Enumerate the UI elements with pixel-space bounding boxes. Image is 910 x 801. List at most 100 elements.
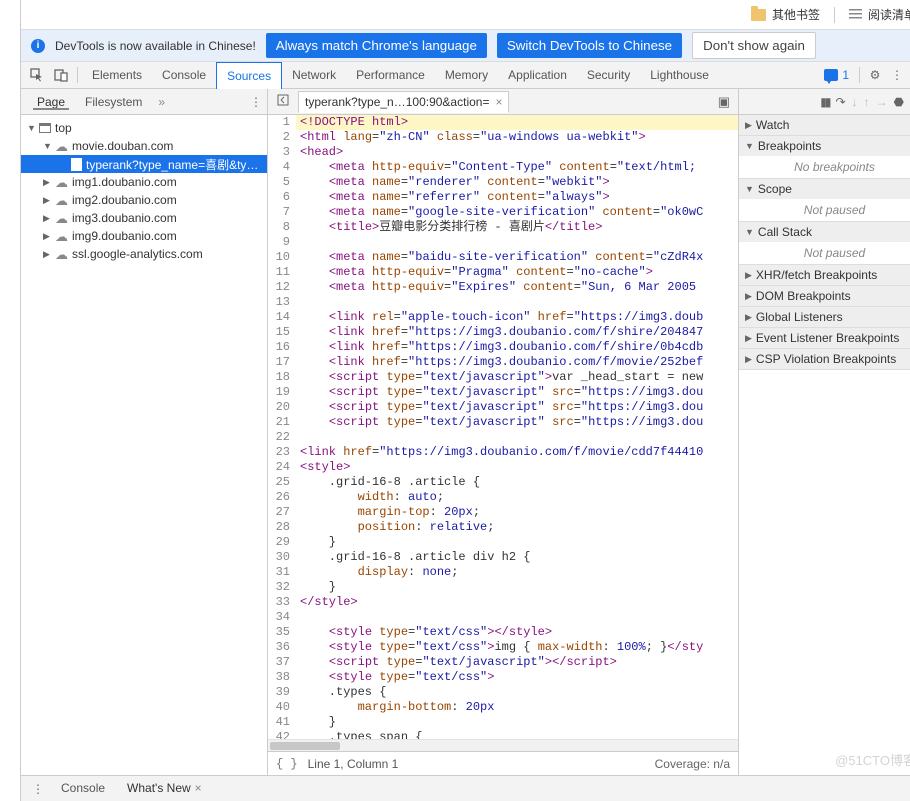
code-line[interactable]: 29 }: [268, 535, 738, 550]
tab-memory[interactable]: Memory: [435, 62, 498, 88]
code-line[interactable]: 19 <script type="text/javascript" src="h…: [268, 385, 738, 400]
code-line[interactable]: 38 <style type="text/css">: [268, 670, 738, 685]
code-line[interactable]: 31 display: none;: [268, 565, 738, 580]
drawer-more-icon[interactable]: ⋮: [27, 782, 49, 796]
step-over-icon[interactable]: ↷: [835, 95, 845, 109]
tree-domain[interactable]: ▶☁img3.doubanio.com: [21, 209, 267, 227]
code-line[interactable]: 18 <script type="text/javascript">var _h…: [268, 370, 738, 385]
code-line[interactable]: 37 <script type="text/javascript"></scri…: [268, 655, 738, 670]
code-line[interactable]: 34: [268, 610, 738, 625]
step-into-icon[interactable]: ↓: [852, 95, 858, 109]
tab-lighthouse[interactable]: Lighthouse: [640, 62, 719, 88]
debugger-section-header[interactable]: ▶DOM Breakpoints: [739, 286, 910, 306]
code-line[interactable]: 16 <link href="https://img3.doubanio.com…: [268, 340, 738, 355]
tab-console[interactable]: Console: [152, 62, 216, 88]
code-line[interactable]: 6 <meta name="referrer" content="always"…: [268, 190, 738, 205]
tree-top[interactable]: ▼top: [21, 119, 267, 137]
code-line[interactable]: 26 width: auto;: [268, 490, 738, 505]
more-subtabs-icon[interactable]: »: [154, 95, 169, 109]
code-line[interactable]: 11 <meta http-equiv="Pragma" content="no…: [268, 265, 738, 280]
code-line[interactable]: 15 <link href="https://img3.doubanio.com…: [268, 325, 738, 340]
file-tab[interactable]: typerank?type_n…100:90&action= ×: [298, 91, 509, 113]
code-line[interactable]: 14 <link rel="apple-touch-icon" href="ht…: [268, 310, 738, 325]
tree-domain[interactable]: ▼☁movie.douban.com: [21, 137, 267, 155]
always-match-button[interactable]: Always match Chrome's language: [266, 33, 487, 58]
tab-application[interactable]: Application: [498, 62, 577, 88]
code-line[interactable]: 33</style>: [268, 595, 738, 610]
debugger-section-header[interactable]: ▶CSP Violation Breakpoints: [739, 349, 910, 369]
subtab-page[interactable]: Page: [29, 95, 73, 109]
code-line[interactable]: 25 .grid-16-8 .article {: [268, 475, 738, 490]
file-tree[interactable]: ▼top ▼☁movie.douban.com typerank?type_na…: [21, 115, 268, 775]
tab-sources[interactable]: Sources: [216, 62, 282, 90]
deactivate-bp-icon[interactable]: ⬣: [894, 95, 904, 109]
code-line[interactable]: 40 margin-bottom: 20px: [268, 700, 738, 715]
code-line[interactable]: 27 margin-top: 20px;: [268, 505, 738, 520]
code-line[interactable]: 5 <meta name="renderer" content="webkit"…: [268, 175, 738, 190]
device-toggle-icon[interactable]: [49, 68, 73, 82]
code-line[interactable]: 24<style>: [268, 460, 738, 475]
tree-domain[interactable]: ▶☁img2.doubanio.com: [21, 191, 267, 209]
code-line[interactable]: 30 .grid-16-8 .article div h2 {: [268, 550, 738, 565]
step-icon[interactable]: →: [876, 95, 888, 109]
code-line[interactable]: 4 <meta http-equiv="Content-Type" conten…: [268, 160, 738, 175]
switch-chinese-button[interactable]: Switch DevTools to Chinese: [497, 33, 682, 58]
code-line[interactable]: 32 }: [268, 580, 738, 595]
code-line[interactable]: 28 position: relative;: [268, 520, 738, 535]
code-line[interactable]: 9: [268, 235, 738, 250]
debugger-section-header[interactable]: ▼Call Stack: [739, 222, 910, 242]
code-line[interactable]: 36 <style type="text/css">img { max-widt…: [268, 640, 738, 655]
step-out-icon[interactable]: ↑: [864, 95, 870, 109]
debugger-section-header[interactable]: ▶Event Listener Breakpoints: [739, 328, 910, 348]
code-line[interactable]: 3<head>: [268, 145, 738, 160]
bookmark-reading-list[interactable]: 阅读清单: [849, 6, 910, 23]
tree-domain[interactable]: ▶☁img1.doubanio.com: [21, 173, 267, 191]
bookmark-other[interactable]: 其他书签: [751, 6, 820, 23]
drawer-tab-whatsnew[interactable]: What's New×: [117, 776, 212, 801]
code-line[interactable]: 10 <meta name="baidu-site-verification" …: [268, 250, 738, 265]
nav-back-icon[interactable]: [274, 94, 292, 109]
pretty-print-icon[interactable]: { }: [276, 757, 298, 771]
inspect-icon[interactable]: [25, 68, 49, 82]
tab-elements[interactable]: Elements: [82, 62, 152, 88]
settings-icon[interactable]: ⚙: [864, 68, 886, 82]
code-line[interactable]: 7 <meta name="google-site-verification" …: [268, 205, 738, 220]
code-line[interactable]: 42 .types span {: [268, 730, 738, 739]
debugger-section-header[interactable]: ▼Breakpoints: [739, 136, 910, 156]
code-line[interactable]: 13: [268, 295, 738, 310]
tab-network[interactable]: Network: [282, 62, 346, 88]
dont-show-button[interactable]: Don't show again: [692, 32, 816, 59]
subtab-filesystem[interactable]: Filesystem: [77, 95, 150, 109]
code-line[interactable]: 1<!DOCTYPE html>: [268, 115, 738, 130]
code-line[interactable]: 21 <script type="text/javascript" src="h…: [268, 415, 738, 430]
code-line[interactable]: 23<link href="https://img3.doubanio.com/…: [268, 445, 738, 460]
debugger-section-header[interactable]: ▶XHR/fetch Breakpoints: [739, 265, 910, 285]
code-line[interactable]: 39 .types {: [268, 685, 738, 700]
close-file-tab-icon[interactable]: ×: [495, 95, 502, 109]
toggle-navigator-icon[interactable]: ▣: [710, 94, 738, 110]
debugger-section-header[interactable]: ▶Global Listeners: [739, 307, 910, 327]
code-line[interactable]: 17 <link href="https://img3.doubanio.com…: [268, 355, 738, 370]
code-line[interactable]: 20 <script type="text/javascript" src="h…: [268, 400, 738, 415]
messages-chip[interactable]: 1: [818, 66, 855, 84]
code-line[interactable]: 2<html lang="zh-CN" class="ua-windows ua…: [268, 130, 738, 145]
code-line[interactable]: 35 <style type="text/css"></style>: [268, 625, 738, 640]
tree-file-selected[interactable]: typerank?type_name=喜剧&ty…: [21, 155, 267, 173]
code-line[interactable]: 12 <meta http-equiv="Expires" content="S…: [268, 280, 738, 295]
code-line[interactable]: 8 <title>豆瓣电影分类排行榜 - 喜剧片</title>: [268, 220, 738, 235]
tree-domain[interactable]: ▶☁img9.doubanio.com: [21, 227, 267, 245]
code-line[interactable]: 22: [268, 430, 738, 445]
tree-domain[interactable]: ▶☁ssl.google-analytics.com: [21, 245, 267, 263]
tab-security[interactable]: Security: [577, 62, 640, 88]
drawer-tab-console[interactable]: Console: [51, 776, 115, 801]
more-icon[interactable]: ⋮: [886, 68, 908, 82]
hscrollbar[interactable]: [268, 739, 738, 751]
close-whatsnew-icon[interactable]: ×: [195, 781, 202, 795]
code-body[interactable]: 1<!DOCTYPE html>2<html lang="zh-CN" clas…: [268, 115, 738, 739]
code-line[interactable]: 41 }: [268, 715, 738, 730]
tab-performance[interactable]: Performance: [346, 62, 435, 88]
debugger-section-header[interactable]: ▶Watch: [739, 115, 910, 135]
pause-icon[interactable]: ▮▮: [820, 95, 829, 109]
debugger-section-header[interactable]: ▼Scope: [739, 179, 910, 199]
subtab-more-icon[interactable]: ⋮: [245, 95, 267, 109]
